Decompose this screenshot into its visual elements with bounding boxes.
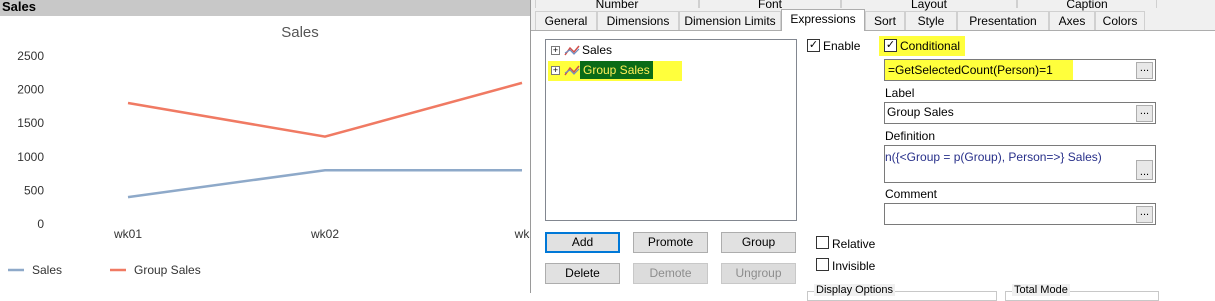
definition-expression: n({<Group = p(Group), Person=>} Sales): [885, 150, 1102, 164]
tab-caption-label: Caption: [1066, 0, 1108, 11]
comment-caption: Comment: [885, 187, 938, 201]
delete-button-label: Delete: [565, 266, 600, 280]
line-chart-icon: [564, 65, 580, 76]
chart-panel: Sales 2500 2000 1500 1000 500 0 wk01 wk02 wk Sa…: [0, 0, 530, 293]
y-tick-label: 2500: [17, 49, 44, 63]
x-tick-label: wk01: [113, 227, 142, 241]
comment-ellipsis-button[interactable]: ...: [1136, 206, 1153, 223]
tab-axes[interactable]: Axes: [1049, 11, 1095, 30]
tab-dimensions-label: Dimensions: [606, 14, 670, 28]
delete-button[interactable]: Delete: [545, 263, 620, 284]
comment-field[interactable]: ...: [884, 203, 1156, 225]
tab-expressions[interactable]: Expressions: [781, 9, 865, 31]
ungroup-button[interactable]: Ungroup: [721, 263, 796, 284]
tab-style-label: Style: [917, 14, 945, 28]
label-caption: Label: [885, 86, 915, 100]
conditional-field[interactable]: =GetSelectedCount(Person)=1 ...: [884, 59, 1156, 81]
tab-layout-label: Layout: [910, 0, 948, 11]
invisible-checkbox[interactable]: [816, 258, 829, 271]
tab-number-label: Number: [595, 0, 639, 11]
tab-number[interactable]: Number: [535, 0, 699, 11]
y-tick-label: 1500: [17, 116, 44, 130]
tab-dimension-limits[interactable]: Dimension Limits: [679, 11, 781, 30]
label-ellipsis-button[interactable]: ...: [1136, 105, 1153, 122]
add-button-label: Add: [571, 235, 594, 249]
conditional-ellipsis-button[interactable]: ...: [1136, 62, 1153, 79]
definition-field[interactable]: n({<Group = p(Group), Person=>} Sales) .…: [884, 145, 1156, 183]
definition-ellipsis-button[interactable]: ...: [1136, 160, 1153, 180]
y-tick-label: 0: [37, 217, 44, 231]
x-tick-label: wk: [514, 227, 530, 241]
tab-presentation[interactable]: Presentation: [957, 11, 1049, 30]
tab-font[interactable]: Font: [699, 0, 841, 11]
group-button-label: Group: [741, 235, 776, 249]
line-chart: Sales 2500 2000 1500 1000 500 0 wk01 wk02 wk Sa…: [8, 24, 530, 277]
y-tick-label: 1000: [17, 150, 44, 164]
tree-item-sales-label: Sales: [582, 43, 613, 57]
tab-general-label: General: [544, 14, 588, 28]
tab-axes-label: Axes: [1058, 14, 1086, 28]
promote-button-label: Promote: [647, 235, 694, 249]
conditional-expression: =GetSelectedCount(Person)=1: [888, 63, 1053, 77]
tab-caption[interactable]: Caption: [1017, 0, 1157, 11]
total-mode-title: Total Mode: [1012, 284, 1070, 296]
label-value: Group Sales: [887, 105, 954, 119]
enable-label: Enable: [823, 39, 861, 53]
display-options-title: Display Options: [814, 284, 896, 296]
tab-dimension-limits-label: Dimension Limits: [684, 14, 776, 28]
chart-title: Sales: [281, 24, 319, 41]
tab-colors[interactable]: Colors: [1095, 11, 1145, 30]
conditional-label: Conditional: [900, 39, 961, 53]
tab-expressions-label: Expressions: [790, 12, 856, 26]
group-button[interactable]: Group: [721, 232, 796, 253]
relative-checkbox[interactable]: [816, 236, 829, 249]
definition-ellipsis-label: ...: [1139, 166, 1150, 178]
chart-properties-dialog: Number Font Layout Caption General Dimen…: [530, 0, 1215, 301]
conditional-ellipsis-label: ...: [1139, 62, 1150, 74]
demote-button-label: Demote: [649, 266, 692, 280]
expand-sales-icon[interactable]: +: [551, 46, 560, 55]
demote-button[interactable]: Demote: [633, 263, 708, 284]
invisible-label: Invisible: [832, 259, 876, 273]
series-line-group-sales: [127, 81, 523, 138]
legend-label: Group Sales: [134, 263, 201, 277]
tree-item-group-sales-label: Group Sales: [583, 63, 650, 77]
tab-font-label: Font: [757, 0, 782, 11]
line-chart-icon: [564, 45, 580, 56]
definition-caption: Definition: [885, 129, 936, 143]
tab-layout[interactable]: Layout: [841, 0, 1017, 11]
add-button[interactable]: Add: [545, 232, 620, 253]
comment-ellipsis-label: ...: [1139, 206, 1150, 218]
x-tick-label: wk02: [310, 227, 339, 241]
tab-sort[interactable]: Sort: [865, 11, 905, 30]
relative-label: Relative: [832, 237, 876, 251]
series-line-sales: [127, 168, 522, 199]
tree-item-group-sales[interactable]: Group Sales: [580, 61, 653, 79]
tab-presentation-label: Presentation: [969, 14, 1037, 28]
expression-tree[interactable]: + Sales + Group Sales: [545, 39, 797, 221]
conditional-checkbox[interactable]: ✓: [884, 39, 897, 52]
tab-dimensions[interactable]: Dimensions: [597, 11, 679, 30]
label-ellipsis-label: ...: [1139, 105, 1150, 117]
enable-checkbox[interactable]: ✓: [807, 39, 820, 52]
expand-group-sales-icon[interactable]: +: [551, 66, 560, 75]
tab-colors-label: Colors: [1102, 14, 1138, 28]
legend-label: Sales: [32, 263, 62, 277]
label-field[interactable]: Group Sales ...: [884, 102, 1156, 124]
tab-sort-label: Sort: [873, 14, 896, 28]
promote-button[interactable]: Promote: [633, 232, 708, 253]
tree-item-sales[interactable]: Sales: [582, 42, 612, 58]
ungroup-button-label: Ungroup: [735, 266, 782, 280]
y-tick-label: 2000: [17, 83, 44, 97]
y-tick-label: 500: [24, 183, 44, 197]
tab-general[interactable]: General: [535, 11, 597, 30]
tab-style[interactable]: Style: [905, 11, 957, 30]
chart-caption: Sales: [0, 0, 530, 16]
